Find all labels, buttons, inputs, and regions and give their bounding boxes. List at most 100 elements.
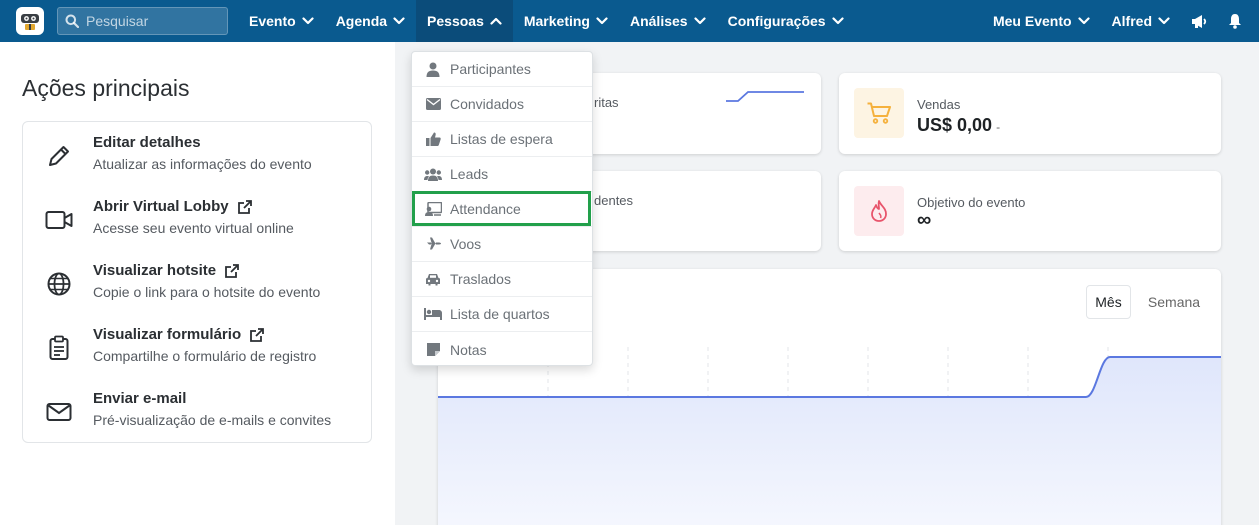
action-title-text: Enviar e-mail <box>93 390 187 407</box>
user-icon <box>424 62 442 77</box>
dropdown-item-voos[interactable]: Voos <box>412 227 592 262</box>
external-link-icon <box>224 263 240 279</box>
video-camera-icon <box>45 206 73 234</box>
action-title: Visualizar formulário <box>93 326 265 343</box>
search-input[interactable] <box>86 13 216 29</box>
bed-icon <box>424 308 442 320</box>
dropdown-item-convidados[interactable]: Convidados <box>412 87 592 122</box>
toggle-month-label: Mês <box>1095 294 1122 310</box>
nav-menu-agenda[interactable]: Agenda <box>325 0 416 42</box>
dropdown-item-label: Convidados <box>450 96 524 112</box>
sales-card[interactable]: Vendas US$ 0,00- <box>839 73 1221 154</box>
external-link-icon <box>237 199 253 215</box>
nav-menu-analises[interactable]: Análises <box>619 0 717 42</box>
chevron-down-icon <box>1077 17 1090 25</box>
sales-label: Vendas <box>917 97 961 112</box>
chevron-up-icon <box>490 17 502 25</box>
toggle-week[interactable]: Semana <box>1142 285 1206 319</box>
dropdown-item-leads[interactable]: Leads <box>412 157 592 192</box>
dropdown-item-participantes[interactable]: Participantes <box>412 52 592 87</box>
action-subtitle: Acesse seu evento virtual online <box>93 220 294 236</box>
action-title-text: Abrir Virtual Lobby <box>93 198 229 215</box>
plane-icon <box>424 237 442 251</box>
chart-area <box>438 357 1221 525</box>
clipboard-icon <box>45 334 73 362</box>
event-goal-label: Objetivo do evento <box>917 195 1026 210</box>
registrations-line-chart <box>438 347 1221 525</box>
pessoas-dropdown-menu: Participantes Convidados Listas de esper… <box>411 51 593 366</box>
main-actions-card: Editar detalhes Atualizar as informações… <box>22 121 372 443</box>
flame-icon <box>854 186 904 236</box>
nav-menu-label: Alfred <box>1111 13 1152 29</box>
left-panel: Ações principais Editar detalhes Atualiz… <box>0 42 395 525</box>
action-subtitle: Copie o link para o hotsite do evento <box>93 284 321 300</box>
toggle-month[interactable]: Mês <box>1086 285 1131 319</box>
app-logo[interactable] <box>16 7 44 35</box>
nav-menu-evento[interactable]: Evento <box>238 0 325 42</box>
nav-menu-label: Evento <box>249 13 296 29</box>
announcements-button[interactable] <box>1181 0 1217 42</box>
car-icon <box>424 273 442 286</box>
action-subtitle: Pré-visualização de e-mails e convites <box>93 412 332 428</box>
attendance-icon <box>424 202 442 216</box>
nav-menu-configuracoes[interactable]: Configurações <box>717 0 855 42</box>
action-edit-details[interactable]: Editar detalhes Atualizar as informações… <box>23 122 371 186</box>
dropdown-item-notas[interactable]: Notas <box>412 332 592 367</box>
action-view-form[interactable]: Visualizar formulário Compartilhe o form… <box>23 314 371 378</box>
action-view-hotsite[interactable]: Visualizar hotsite Copie o link para o h… <box>23 250 371 314</box>
top-navbar: Evento Agenda Pessoas Marketing Análises… <box>0 0 1259 42</box>
action-subtitle: Compartilhe o formulário de registro <box>93 348 317 364</box>
nav-menu-meu-evento[interactable]: Meu Evento <box>982 0 1101 42</box>
cart-icon <box>854 88 904 138</box>
users-icon <box>424 168 442 181</box>
dropdown-item-label: Notas <box>450 341 487 358</box>
dropdown-item-traslados[interactable]: Traslados <box>412 262 592 297</box>
dropdown-item-listas-de-espera[interactable]: Listas de espera <box>412 122 592 157</box>
chevron-down-icon <box>302 17 314 25</box>
megaphone-icon <box>1191 14 1206 28</box>
search-icon <box>65 14 79 28</box>
nav-menu-label: Marketing <box>523 13 590 29</box>
notifications-button[interactable] <box>1217 0 1253 42</box>
action-title: Abrir Virtual Lobby <box>93 198 253 215</box>
nav-menu-label: Análises <box>629 13 688 29</box>
chevron-down-icon <box>831 17 844 25</box>
logo-mascot-icon <box>21 14 39 30</box>
sales-amount: US$ 0,00 <box>917 115 993 135</box>
dropdown-item-lista-de-quartos[interactable]: Lista de quartos <box>412 297 592 332</box>
dropdown-item-label: Lista de quartos <box>450 306 550 322</box>
nav-menu-label: Meu Evento <box>992 13 1072 29</box>
nav-menu-label: Agenda <box>335 13 388 29</box>
dropdown-item-label: Leads <box>450 166 489 182</box>
external-link-icon <box>249 327 265 343</box>
action-title: Visualizar hotsite <box>93 262 240 279</box>
nav-menu-pessoas[interactable]: Pessoas <box>416 0 513 42</box>
envelope-icon <box>45 398 73 426</box>
dropdown-item-attendance[interactable]: Attendance <box>412 192 592 227</box>
thumbs-up-icon <box>424 132 442 146</box>
chevron-down-icon <box>1158 17 1170 25</box>
nav-menu-user[interactable]: Alfred <box>1101 0 1181 42</box>
nav-menu-label: Pessoas <box>427 13 484 29</box>
envelope-icon <box>424 98 442 110</box>
globe-icon <box>45 270 73 298</box>
nav-menu-marketing[interactable]: Marketing <box>513 0 619 42</box>
bell-icon <box>1229 14 1241 29</box>
action-title-text: Visualizar formulário <box>93 326 242 343</box>
dropdown-item-label: Traslados <box>450 271 511 287</box>
nav-menu-label: Configurações <box>727 13 826 29</box>
action-subtitle: Atualizar as informações do evento <box>93 156 312 172</box>
dropdown-item-label: Participantes <box>450 61 531 77</box>
chevron-down-icon <box>693 17 706 25</box>
dropdown-item-label: Voos <box>450 236 482 252</box>
registrations-label: ritas <box>594 95 619 110</box>
event-goal-value: ∞ <box>917 209 932 231</box>
action-send-email[interactable]: Enviar e-mail Pré-visualização de e-mail… <box>23 378 371 442</box>
action-open-virtual-lobby[interactable]: Abrir Virtual Lobby Acesse seu evento vi… <box>23 186 371 250</box>
search-box[interactable] <box>57 7 228 35</box>
registrations-sparkline <box>726 91 804 102</box>
event-goal-card[interactable]: Objetivo do evento ∞ <box>839 171 1221 251</box>
action-title: Editar detalhes <box>93 134 201 151</box>
dropdown-item-label: Listas de espera <box>450 131 553 147</box>
left-panel-title: Ações principais <box>22 75 190 101</box>
